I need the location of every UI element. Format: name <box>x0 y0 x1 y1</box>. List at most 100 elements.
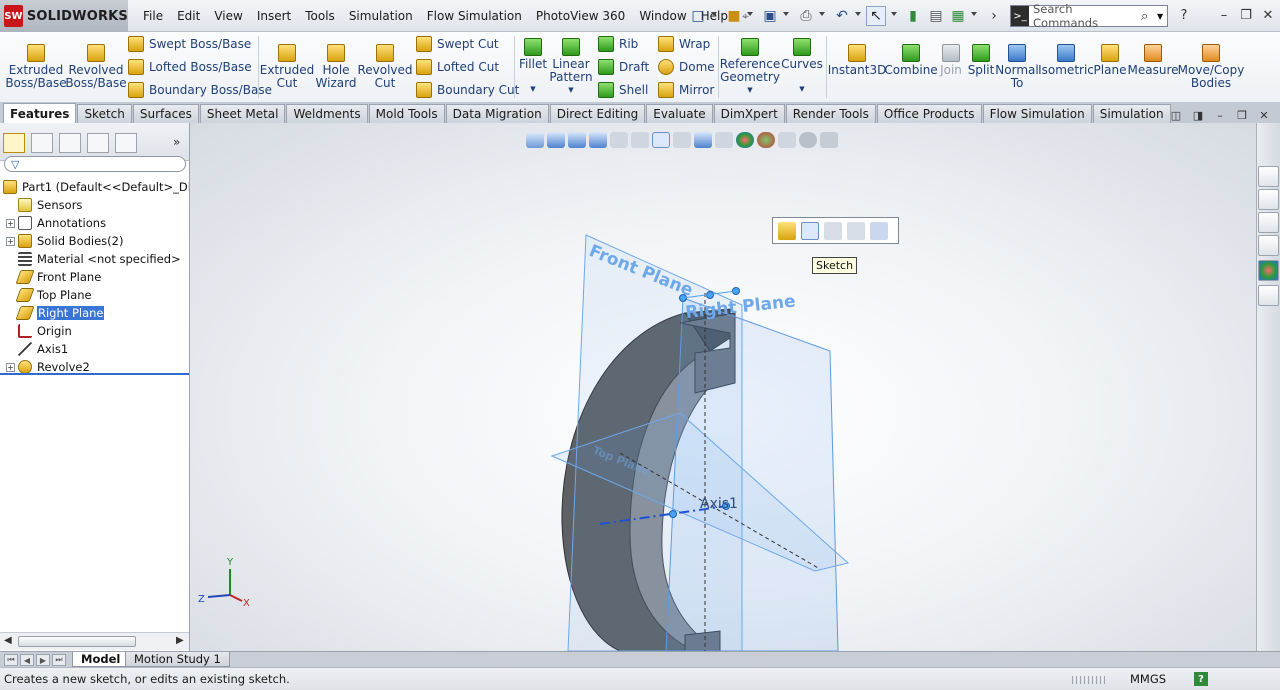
menu-file[interactable]: File <box>136 9 170 23</box>
linear-pattern-button[interactable]: Linear Pattern ▼ <box>549 38 593 97</box>
tree-item-origin[interactable]: Origin <box>0 322 189 340</box>
reference-geometry-dropdown-arrow[interactable]: ▼ <box>747 84 752 97</box>
save-icon[interactable]: ▣ <box>760 6 780 26</box>
tab-data-migration[interactable]: Data Migration <box>445 104 549 123</box>
options-dropdown-arrow[interactable] <box>971 12 977 16</box>
minimize-window-icon[interactable]: – <box>1214 6 1234 24</box>
zoom-to-selection-icon[interactable] <box>847 221 865 240</box>
doc-minimize-icon[interactable]: – <box>1212 108 1228 122</box>
menu-simulation[interactable]: Simulation <box>342 9 420 23</box>
tree-root-part[interactable]: Part1 (Default<<Default>_Display State 1… <box>0 178 189 196</box>
extruded-cut-button[interactable]: Extruded Cut <box>260 44 314 90</box>
tree-item-annotations[interactable]: + Annotations <box>0 214 189 232</box>
design-library-icon[interactable] <box>1258 189 1279 210</box>
fillet-dropdown-arrow[interactable]: ▼ <box>530 83 535 96</box>
search-commands-box[interactable]: >_ Search Commands ⌕ ▼ <box>1010 2 1168 30</box>
view-orientation-dropdown-icon[interactable] <box>673 132 691 148</box>
isometric-button[interactable]: Isometric <box>1038 44 1094 77</box>
reference-geometry-button[interactable]: Reference Geometry ▼ <box>720 38 780 97</box>
model-tab[interactable]: Model <box>72 652 130 667</box>
instant3d-button[interactable]: Instant3D <box>828 44 886 77</box>
doc-restore-icon[interactable]: ❐ <box>1234 108 1250 122</box>
top-view-icon[interactable] <box>568 132 586 148</box>
normal-to-context-icon[interactable] <box>870 221 888 240</box>
hide-show-icon[interactable] <box>824 221 842 240</box>
file-explorer-icon[interactable] <box>1258 212 1279 233</box>
swept-boss-button[interactable]: Swept Boss/Base <box>128 36 251 52</box>
apply-scene-icon[interactable] <box>757 132 775 148</box>
lofted-boss-button[interactable]: Lofted Boss/Base <box>128 59 252 75</box>
sketch-icon[interactable] <box>801 221 819 240</box>
save-dropdown-arrow[interactable] <box>783 12 789 16</box>
revolved-cut-button[interactable]: Revolved Cut <box>357 44 413 90</box>
swept-cut-button[interactable]: Swept Cut <box>416 36 499 52</box>
mirror-button[interactable]: Mirror <box>658 82 714 98</box>
options-icon[interactable]: ▦ <box>948 6 968 26</box>
appearances-scenes-icon[interactable] <box>1258 260 1279 281</box>
scroll-thumb[interactable] <box>18 636 136 647</box>
undo-dropdown-arrow[interactable] <box>855 12 861 16</box>
view-settings-icon[interactable] <box>778 132 796 148</box>
wrap-button[interactable]: Wrap <box>658 36 710 52</box>
solidworks-resources-icon[interactable] <box>1258 166 1279 187</box>
tab-direct-editing[interactable]: Direct Editing <box>549 104 646 123</box>
file-properties-icon[interactable]: ▤ <box>926 6 946 26</box>
tab-mold-tools[interactable]: Mold Tools <box>368 104 445 123</box>
tab-simulation[interactable]: Simulation <box>1092 104 1171 123</box>
restore-window-icon[interactable]: ❐ <box>1236 6 1256 24</box>
front-view-icon[interactable] <box>547 132 565 148</box>
more-icon[interactable]: › <box>984 6 1004 26</box>
new-document-icon[interactable]: □ <box>688 6 708 26</box>
rebuild-icon[interactable]: ▮ <box>903 6 923 26</box>
new-dropdown-arrow[interactable] <box>711 12 717 16</box>
view-palette-icon[interactable] <box>1258 235 1279 256</box>
app-logo[interactable]: SW SOLIDWORKS <box>0 0 128 32</box>
tab-office-products[interactable]: Office Products <box>876 104 982 123</box>
property-manager-tab-icon[interactable] <box>31 133 53 153</box>
rollback-bar[interactable] <box>0 373 189 375</box>
scroll-left-arrow-icon[interactable]: ◀ <box>4 635 12 646</box>
combine-button[interactable]: Combine <box>884 44 938 77</box>
rib-button[interactable]: Rib <box>598 36 638 52</box>
help-icon[interactable]: ? <box>1174 6 1194 24</box>
close-window-icon[interactable]: ✕ <box>1258 6 1278 24</box>
menu-insert[interactable]: Insert <box>250 9 298 23</box>
shell-button[interactable]: Shell <box>598 82 648 98</box>
feature-properties-icon[interactable] <box>778 221 796 240</box>
lofted-cut-button[interactable]: Lofted Cut <box>416 59 499 75</box>
revolved-boss-button[interactable]: Revolved Boss/Base <box>65 44 127 90</box>
isometric-view-icon[interactable] <box>589 132 607 148</box>
doc-close-icon[interactable]: ✕ <box>1256 108 1272 122</box>
undo-icon[interactable]: ↶ <box>832 6 852 26</box>
feature-manager-tab-icon[interactable] <box>3 133 25 153</box>
tree-item-sensors[interactable]: Sensors <box>0 196 189 214</box>
menu-photoview[interactable]: PhotoView 360 <box>529 9 632 23</box>
split-button[interactable]: Split <box>966 44 996 77</box>
select-arrow-icon[interactable]: ↖ <box>866 6 886 26</box>
move-copy-bodies-button[interactable]: Move/Copy Bodies <box>1178 44 1244 90</box>
menu-tools[interactable]: Tools <box>298 9 342 23</box>
tab-features[interactable]: Features <box>3 103 77 123</box>
normal-to-button[interactable]: Normal To <box>995 44 1039 90</box>
tab-weldments[interactable]: Weldments <box>286 104 368 123</box>
zoom-to-area-icon[interactable] <box>631 132 649 148</box>
quick-tips-help-icon[interactable]: ? <box>1194 672 1208 686</box>
last-tab-icon[interactable]: ⏭ <box>52 654 66 666</box>
expand-toggle-icon[interactable]: + <box>6 236 15 246</box>
open-dropdown-arrow[interactable] <box>747 12 753 16</box>
plane-button[interactable]: Plane <box>1094 44 1126 77</box>
tab-sheet-metal[interactable]: Sheet Metal <box>199 104 286 123</box>
display-manager-tab-icon[interactable] <box>115 133 137 153</box>
search-input[interactable]: Search Commands <box>1033 2 1141 30</box>
tree-item-solid-bodies-2[interactable]: + Solid Bodies(2) <box>0 232 189 250</box>
boundary-boss-button[interactable]: Boundary Boss/Base <box>128 82 272 98</box>
model-scene[interactable]: Front Plane Right Plane Top Plane Axis1 … <box>190 123 1256 651</box>
display-style-icon[interactable] <box>694 132 712 148</box>
tile-horizontal-icon[interactable]: ◫ <box>1168 108 1184 122</box>
section-view-icon[interactable] <box>652 132 670 148</box>
expand-toggle-icon[interactable]: + <box>6 218 15 228</box>
hole-wizard-button[interactable]: Hole Wizard <box>314 44 358 90</box>
first-tab-icon[interactable]: ⏮ <box>4 654 18 666</box>
view-orientation-icon[interactable] <box>526 132 544 148</box>
tab-render-tools[interactable]: Render Tools <box>785 104 876 123</box>
